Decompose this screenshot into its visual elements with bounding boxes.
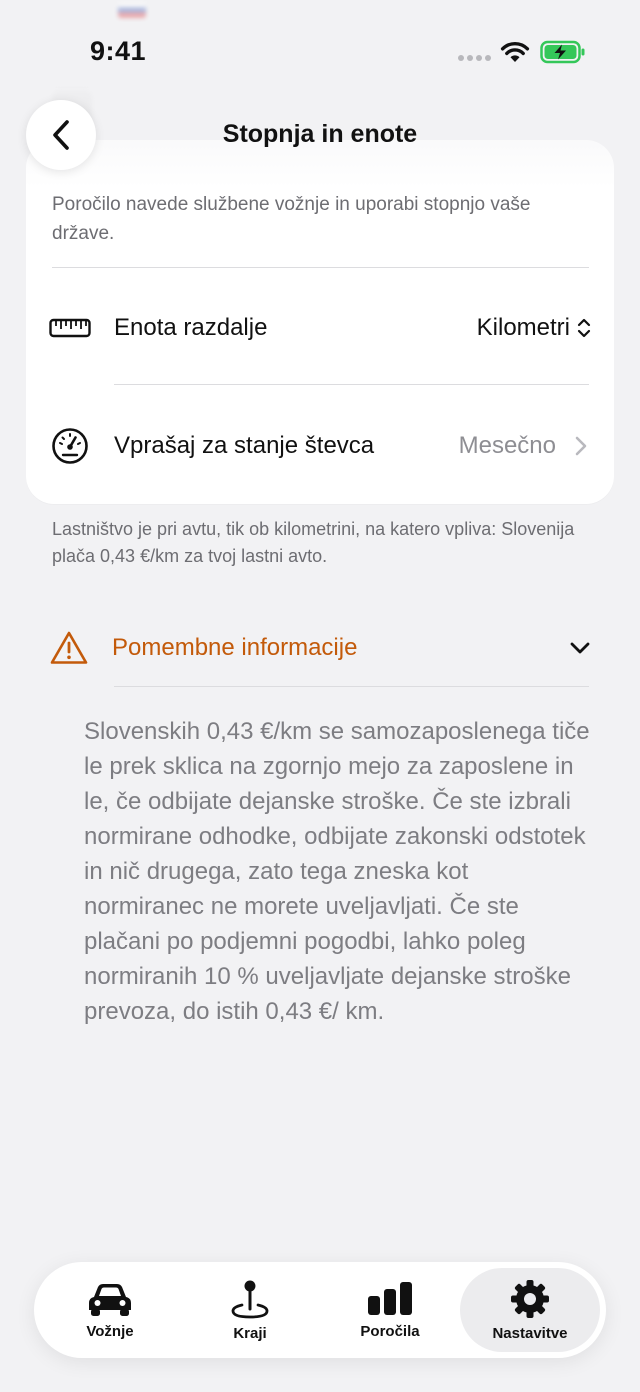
status-bar: 9:41 — [0, 0, 640, 100]
tab-kraji[interactable]: Kraji — [180, 1268, 320, 1352]
card-description: Poročilo navede službene vožnje in upora… — [52, 194, 531, 244]
wifi-icon — [500, 41, 530, 62]
tab-voznje-label: Vožnje — [86, 1322, 134, 1340]
chevron-right-icon — [575, 436, 587, 456]
odometer-prompt-label: Vprašaj za stanje števca — [114, 432, 375, 459]
status-time: 9:41 — [90, 36, 147, 66]
distance-unit-picker[interactable]: Kilometri — [477, 314, 592, 342]
divider — [52, 267, 589, 268]
tab-kraji-label: Kraji — [233, 1324, 267, 1342]
odometer-prompt-value-group: Mesečno — [459, 432, 592, 460]
distance-unit-row[interactable]: Enota razdalje Kilometri — [48, 298, 592, 358]
gauge-icon — [48, 424, 92, 468]
divider — [114, 384, 589, 385]
tab-bar: Vožnje Kraji Poročila Nastavitve — [34, 1262, 606, 1358]
cellular-signal-icon — [458, 55, 491, 61]
car-icon — [89, 1283, 131, 1316]
tab-porocila[interactable]: Poročila — [320, 1268, 460, 1352]
warning-icon — [48, 627, 90, 669]
chevron-down-icon — [570, 642, 590, 654]
tab-porocila-label: Poročila — [360, 1322, 420, 1340]
ruler-icon — [48, 306, 92, 350]
divider — [114, 686, 589, 687]
distance-unit-label: Enota razdalje — [114, 314, 268, 341]
chevron-up-down-icon — [577, 318, 591, 338]
battery-charging-icon — [540, 40, 585, 64]
page-title: Stopnja in enote — [222, 120, 418, 148]
map-pin-icon — [231, 1280, 269, 1318]
screen: 9:41 Stopnja in enote Poročilo navede sl… — [0, 0, 640, 1392]
tab-voznje[interactable]: Vožnje — [40, 1268, 180, 1352]
important-info-title: Pomembne informacije — [112, 634, 358, 661]
important-info-toggle[interactable]: Pomembne informacije — [48, 620, 596, 676]
odometer-prompt-value: Mesečno — [458, 432, 556, 459]
bar-chart-icon — [368, 1281, 412, 1315]
footnote: Lastništvo je pri avtu, tik ob kilometri… — [52, 519, 575, 566]
distance-unit-value: Kilometri — [476, 314, 570, 341]
tab-nastavitve-label: Nastavitve — [492, 1324, 568, 1342]
tab-nastavitve[interactable]: Nastavitve — [460, 1268, 600, 1352]
gear-icon — [511, 1279, 549, 1318]
important-info-body: Slovenskih 0,43 €/km se samozaposlenega … — [84, 718, 590, 1025]
odometer-prompt-row[interactable]: Vprašaj za stanje števca Mesečno — [48, 416, 592, 476]
